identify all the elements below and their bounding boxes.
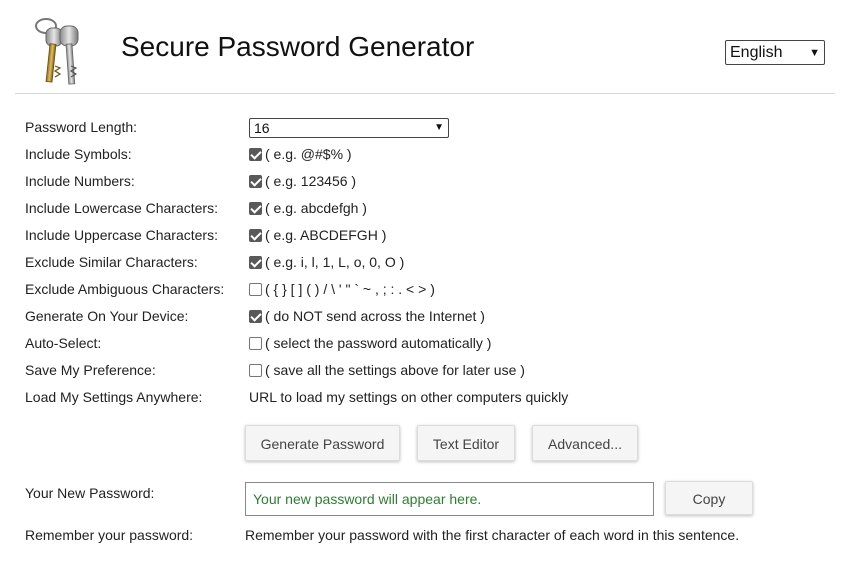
row-exclude-similar: Exclude Similar Characters: ( e.g. i, l,… (0, 251, 845, 273)
row-include-lowercase: Include Lowercase Characters: ( e.g. abc… (0, 197, 845, 219)
text-editor-button[interactable]: Text Editor (417, 425, 515, 461)
load-settings-label: Load My Settings Anywhere: (25, 389, 203, 405)
row-include-uppercase: Include Uppercase Characters: ( e.g. ABC… (0, 224, 845, 246)
save-preference-hint: ( save all the settings above for later … (265, 362, 525, 378)
exclude-similar-checkbox[interactable] (249, 256, 262, 269)
password-length-label: Password Length: (25, 119, 138, 135)
auto-select-hint: ( select the password automatically ) (265, 335, 492, 351)
exclude-similar-hint: ( e.g. i, l, 1, L, o, 0, O ) (265, 254, 405, 270)
include-symbols-hint: ( e.g. @#$% ) (265, 146, 352, 162)
advanced-button[interactable]: Advanced... (532, 425, 638, 461)
save-preference-checkbox[interactable] (249, 364, 262, 377)
include-numbers-checkbox[interactable] (249, 175, 262, 188)
generate-on-device-checkbox[interactable] (249, 310, 262, 323)
include-symbols-label: Include Symbols: (25, 146, 132, 162)
row-save-preference: Save My Preference: ( save all the setti… (0, 359, 845, 381)
exclude-ambiguous-checkbox[interactable] (249, 283, 262, 296)
include-symbols-checkbox[interactable] (249, 148, 262, 161)
row-exclude-ambiguous: Exclude Ambiguous Characters: ( { } [ ] … (0, 278, 845, 300)
row-auto-select: Auto-Select: ( select the password autom… (0, 332, 845, 354)
exclude-ambiguous-label: Exclude Ambiguous Characters: (25, 281, 225, 297)
row-remember: Remember your password: Remember your pa… (0, 524, 845, 546)
remember-label: Remember your password: (25, 527, 194, 543)
remember-sentence: Remember your password with the first ch… (245, 527, 740, 543)
include-lowercase-hint: ( e.g. abcdefgh ) (265, 200, 367, 216)
keys-logo-icon (35, 18, 79, 85)
row-load-settings: Load My Settings Anywhere: URL to load m… (0, 386, 845, 408)
auto-select-label: Auto-Select: (25, 335, 102, 351)
include-uppercase-checkbox[interactable] (249, 229, 262, 242)
password-output-field[interactable]: Your new password will appear here. (245, 482, 654, 516)
language-value: English (730, 44, 783, 61)
exclude-ambiguous-hint: ( { } [ ] ( ) / \ ' " ` ~ , ; : . < > ) (265, 281, 435, 297)
include-lowercase-checkbox[interactable] (249, 202, 262, 215)
include-uppercase-hint: ( e.g. ABCDEFGH ) (265, 227, 387, 243)
include-numbers-label: Include Numbers: (25, 173, 135, 189)
new-password-label: Your New Password: (25, 485, 155, 501)
language-select[interactable]: English ▼ (725, 40, 825, 65)
load-settings-link[interactable]: URL to load my settings on other compute… (249, 389, 568, 405)
chevron-down-icon: ▼ (434, 122, 444, 133)
save-preference-label: Save My Preference: (25, 362, 156, 378)
chevron-down-icon: ▼ (809, 47, 820, 59)
row-include-numbers: Include Numbers: ( e.g. 123456 ) (0, 170, 845, 192)
include-numbers-hint: ( e.g. 123456 ) (265, 173, 357, 189)
row-include-symbols: Include Symbols: ( e.g. @#$% ) (0, 143, 845, 165)
auto-select-checkbox[interactable] (249, 337, 262, 350)
exclude-similar-label: Exclude Similar Characters: (25, 254, 198, 270)
generate-on-device-hint: ( do NOT send across the Internet ) (265, 308, 485, 324)
include-lowercase-label: Include Lowercase Characters: (25, 200, 218, 216)
include-uppercase-label: Include Uppercase Characters: (25, 227, 218, 243)
header: Secure Password Generator English ▼ (0, 0, 845, 94)
header-divider (15, 93, 835, 94)
generate-on-device-label: Generate On Your Device: (25, 308, 189, 324)
generate-password-button[interactable]: Generate Password (245, 425, 400, 461)
password-length-value: 16 (254, 120, 270, 136)
copy-button[interactable]: Copy (665, 481, 753, 515)
page-title: Secure Password Generator (121, 31, 475, 62)
password-length-select[interactable]: 16 ▼ (249, 118, 449, 138)
row-generate-on-device: Generate On Your Device: ( do NOT send a… (0, 305, 845, 327)
